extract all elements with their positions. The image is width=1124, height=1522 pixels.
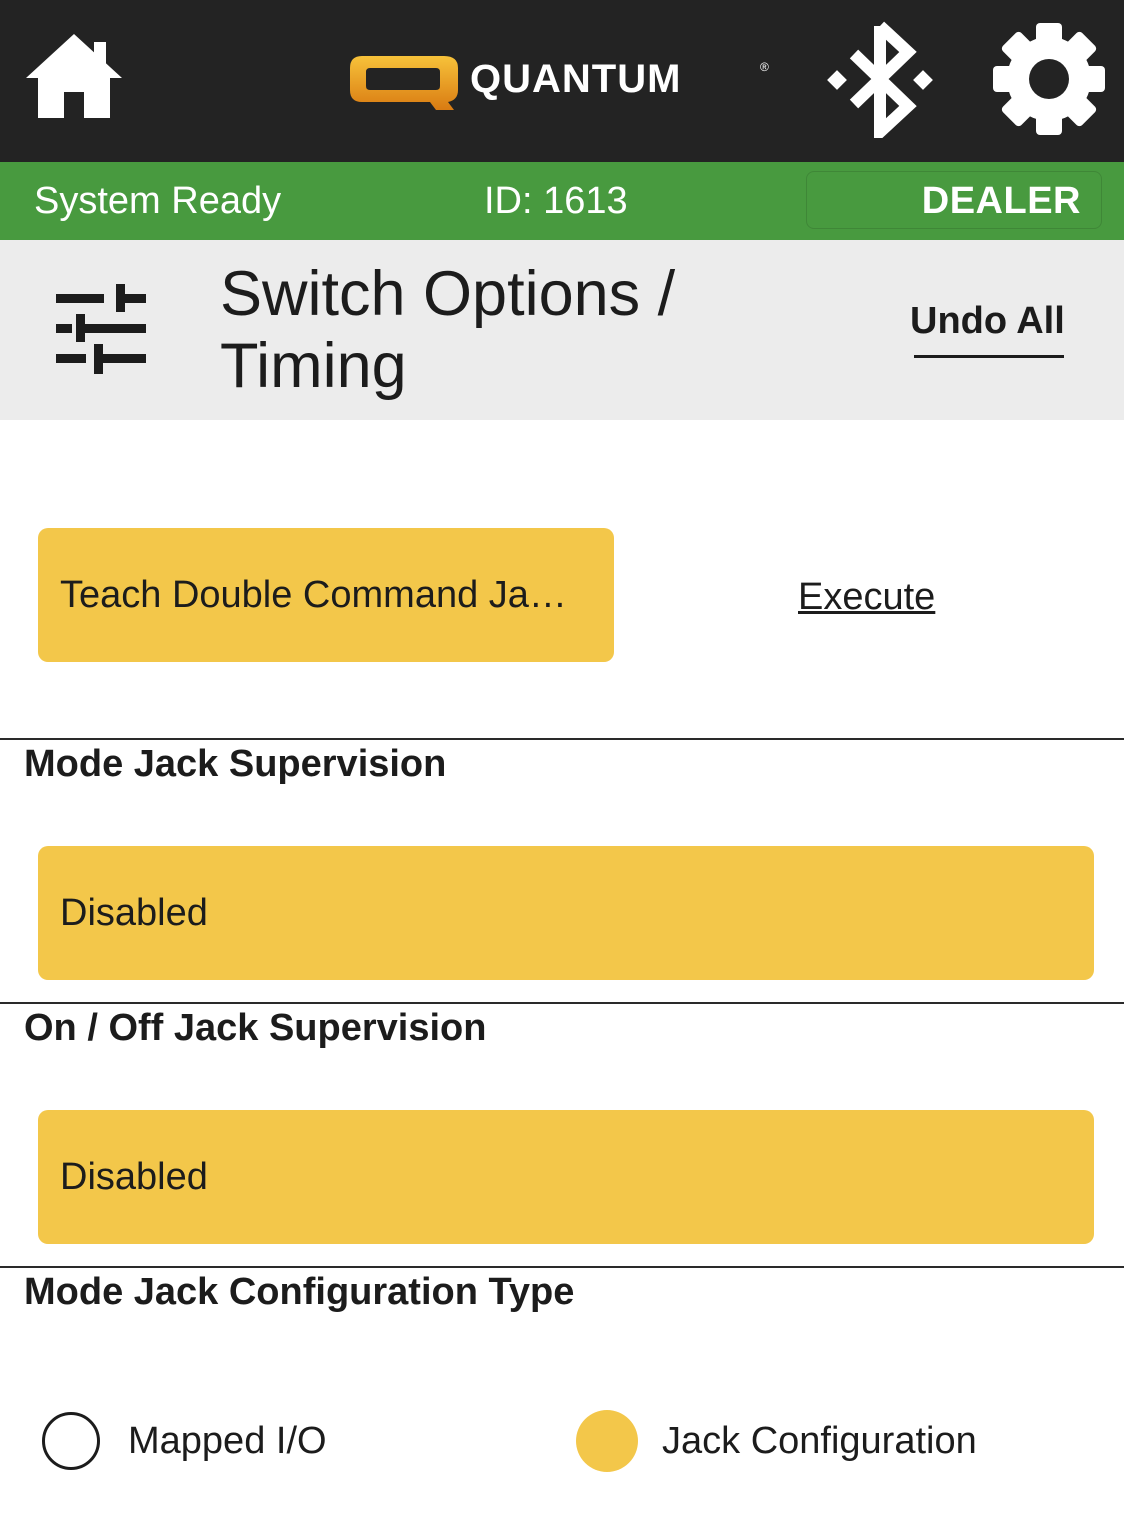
section-label-mode-jack-supervision: Mode Jack Supervision — [24, 743, 447, 785]
system-status: System Ready — [34, 180, 282, 222]
select-value: Disabled — [60, 892, 208, 934]
mode-jack-supervision-select[interactable]: Disabled — [38, 846, 1094, 980]
dealer-label: DEALER — [921, 180, 1081, 222]
select-value: Disabled — [60, 1156, 208, 1198]
radio-label-jack-configuration: Jack Configuration — [662, 1420, 977, 1462]
undo-all-button[interactable]: Undo All — [910, 298, 1065, 344]
execute-button[interactable]: Execute — [798, 574, 935, 620]
home-icon[interactable] — [22, 30, 126, 122]
undo-all-underline — [914, 355, 1064, 358]
brand-name: QUANTUM — [470, 57, 682, 101]
section-label-mode-jack-config-type: Mode Jack Configuration Type — [24, 1271, 575, 1313]
radio-mapped-io[interactable] — [42, 1412, 100, 1470]
divider — [0, 1266, 1124, 1268]
divider — [0, 738, 1124, 740]
registered-mark: ® — [760, 60, 769, 74]
divider — [0, 1002, 1124, 1004]
device-id: ID: 1613 — [484, 180, 628, 222]
on-off-jack-supervision-select[interactable]: Disabled — [38, 1110, 1094, 1244]
radio-label-mapped-io: Mapped I/O — [128, 1420, 327, 1462]
sliders-icon — [54, 282, 148, 376]
page-title: Switch Options / Timing — [220, 259, 676, 401]
teach-double-command-select[interactable]: Teach Double Command Ja… — [38, 528, 614, 662]
bluetooth-icon[interactable] — [826, 20, 934, 146]
radio-jack-configuration[interactable] — [576, 1410, 638, 1472]
section-label-on-off-jack-supervision: On / Off Jack Supervision — [24, 1007, 487, 1049]
gear-icon[interactable] — [990, 20, 1108, 138]
teach-label: Teach Double Command Ja… — [60, 574, 567, 616]
quantum-logo: QUANTUM ® — [348, 52, 778, 112]
dealer-button[interactable]: DEALER — [806, 171, 1102, 229]
